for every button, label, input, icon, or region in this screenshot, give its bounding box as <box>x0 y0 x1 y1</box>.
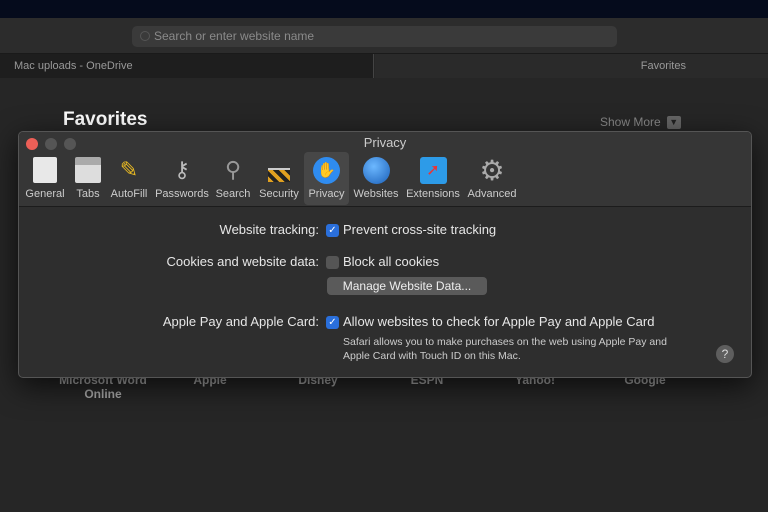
apple-pay-option[interactable]: Allow websites to check for Apple Pay an… <box>343 314 654 329</box>
prevent-tracking-checkbox[interactable]: ✓ <box>326 224 339 237</box>
show-more-label: Show More <box>600 115 661 129</box>
pane-label: Security <box>259 188 299 200</box>
pane-label: Advanced <box>467 188 517 200</box>
globe-icon <box>362 156 390 184</box>
browser-toolbar: Search or enter website name <box>0 18 768 54</box>
prevent-tracking-option[interactable]: Prevent cross-site tracking <box>343 222 496 237</box>
lock-icon <box>265 156 293 184</box>
address-bar[interactable]: Search or enter website name <box>132 26 617 47</box>
pane-label: Passwords <box>155 188 209 200</box>
tab-onedrive[interactable]: Mac uploads - OneDrive <box>0 54 374 78</box>
pane-security[interactable]: Security <box>256 152 302 205</box>
tab-favorites[interactable]: Favorites <box>375 54 768 78</box>
switch-icon <box>31 156 59 184</box>
pane-autofill[interactable]: ✎ AutoFill <box>109 152 149 205</box>
tab-bar: Mac uploads - OneDrive Favorites <box>0 54 768 78</box>
pane-label: AutoFill <box>110 188 148 200</box>
apple-pay-row: Apple Pay and Apple Card: ✓ Allow websit… <box>19 314 751 332</box>
pencil-icon: ✎ <box>119 157 139 182</box>
puzzle-compass-icon: ➚ <box>419 156 447 184</box>
cookies-row: Cookies and website data: Block all cook… <box>19 254 751 272</box>
block-cookies-option[interactable]: Block all cookies <box>343 254 439 269</box>
pane-passwords[interactable]: ⚷ Passwords <box>153 152 211 205</box>
pane-label: General <box>25 188 65 200</box>
preferences-window: Privacy General Tabs ✎ AutoFill ⚷ Password… <box>18 131 752 378</box>
desktop-background <box>0 0 768 18</box>
show-more-button[interactable]: Show More ▼ <box>600 115 681 130</box>
address-placeholder: Search or enter website name <box>154 29 315 43</box>
pane-label: Search <box>215 188 251 200</box>
pane-label: Tabs <box>76 188 100 200</box>
website-tracking-row: Website tracking: ✓ Prevent cross-site t… <box>19 222 751 240</box>
pane-label: Websites <box>353 188 399 200</box>
pane-general[interactable]: General <box>25 152 65 205</box>
key-icon: ⚷ <box>173 157 191 182</box>
favorites-heading: Favorites <box>63 109 148 130</box>
apple-pay-label: Apple Pay and Apple Card: <box>162 314 319 329</box>
website-tracking-label: Website tracking: <box>219 222 319 237</box>
search-icon <box>140 31 150 41</box>
manage-website-data-button[interactable]: Manage Website Data... <box>327 277 487 295</box>
pane-extensions[interactable]: ➚ Extensions <box>404 152 462 205</box>
pane-privacy[interactable]: ✋ Privacy <box>304 152 349 205</box>
apple-pay-checkbox[interactable]: ✓ <box>326 316 339 329</box>
gear-icon: ⚙ <box>479 154 505 186</box>
pane-label: Extensions <box>406 188 460 200</box>
window-titlebar: Privacy General Tabs ✎ AutoFill ⚷ Password… <box>19 132 751 207</box>
pane-search[interactable]: ⚲ Search <box>214 152 252 205</box>
pane-websites[interactable]: Websites <box>351 152 401 205</box>
pane-tabs[interactable]: Tabs <box>69 152 107 205</box>
hand-icon: ✋ <box>313 156 341 184</box>
pane-advanced[interactable]: ⚙ Advanced <box>465 152 519 205</box>
help-button[interactable]: ? <box>716 345 734 363</box>
window-title: Privacy <box>363 135 407 150</box>
chevron-down-icon: ▼ <box>666 116 681 130</box>
tabs-icon <box>74 156 102 184</box>
cookies-label: Cookies and website data: <box>166 254 319 269</box>
pane-label: Privacy <box>308 188 345 200</box>
magnifier-icon: ⚲ <box>224 157 242 182</box>
block-cookies-checkbox[interactable] <box>326 256 339 269</box>
apple-pay-note: Safari allows you to make purchases on t… <box>343 336 667 362</box>
